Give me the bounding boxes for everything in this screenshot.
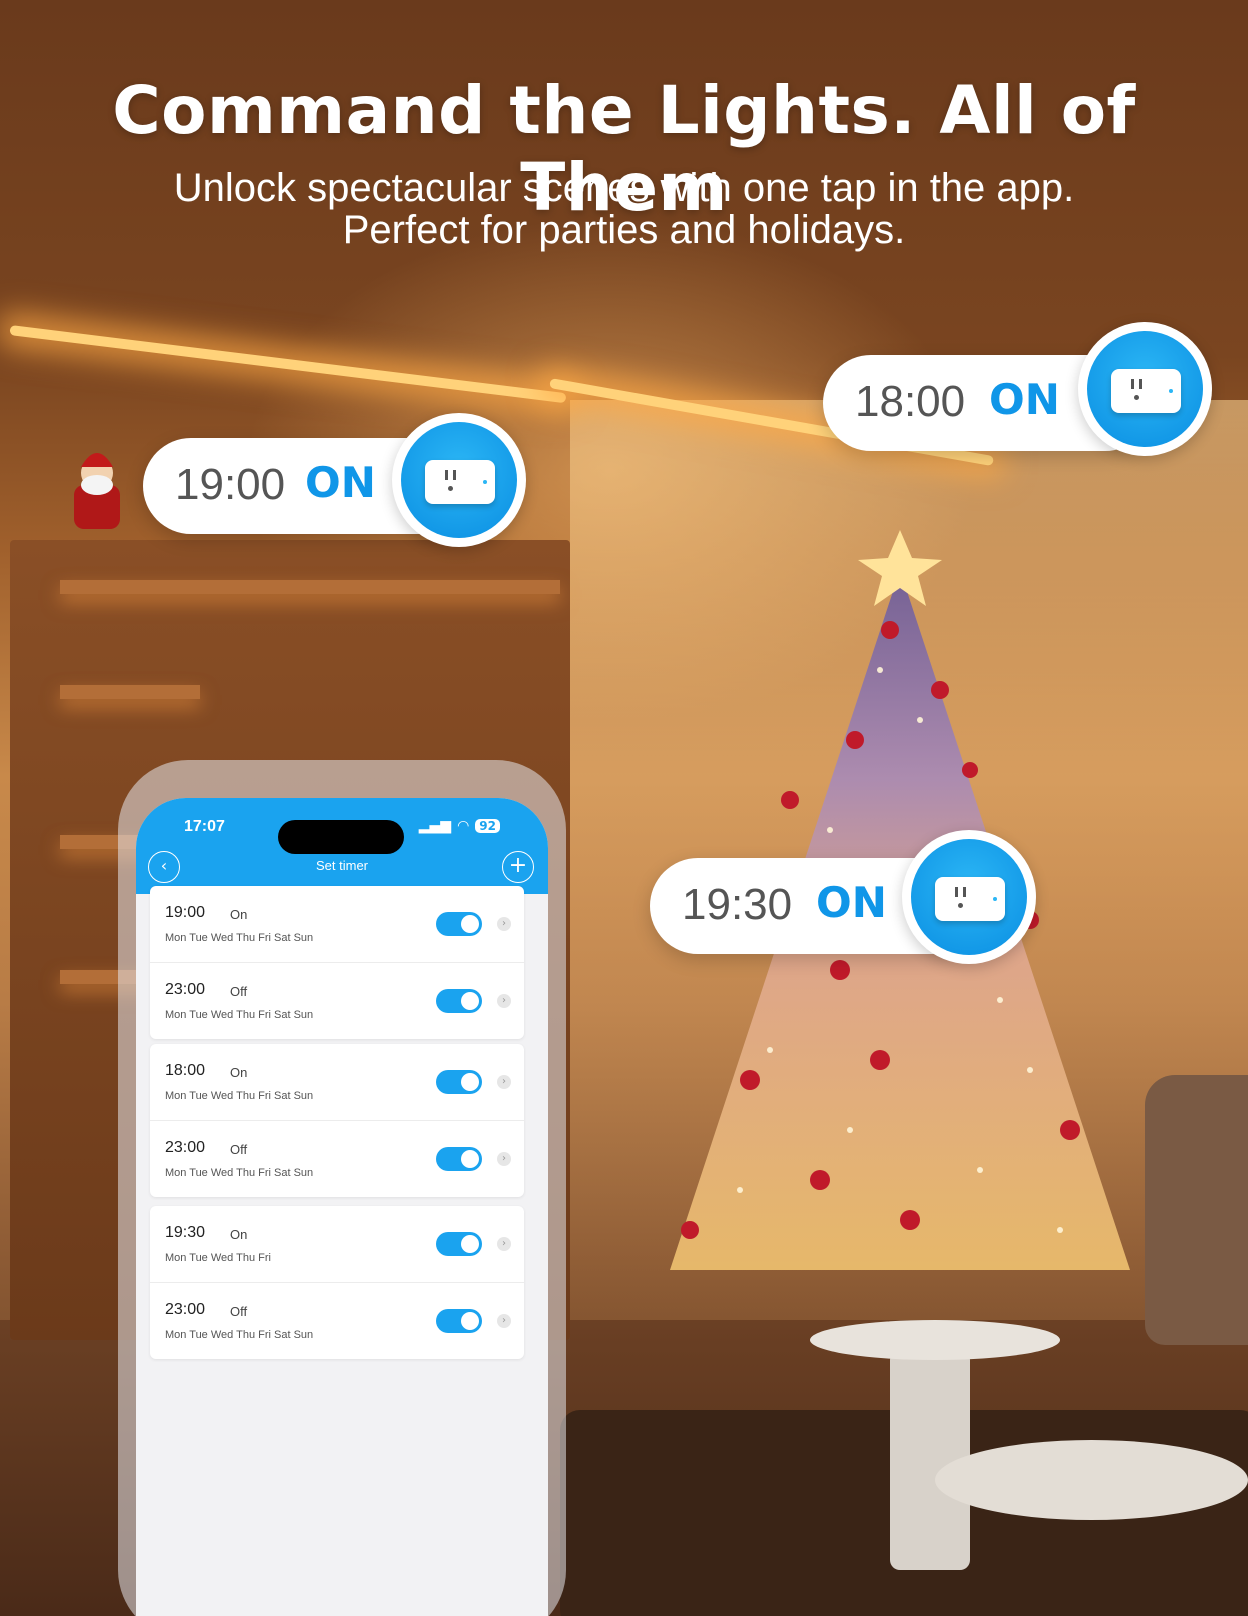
timer-repeat-days: Mon Tue Wed Thu Fri Sat Sun	[165, 1009, 314, 1021]
timer-time: 18:00	[165, 1062, 206, 1079]
timer-toggle[interactable]	[436, 1070, 482, 1094]
callout-time: 19:30	[682, 880, 793, 929]
timer-action: Off	[230, 984, 248, 999]
sofa	[1145, 1075, 1248, 1345]
timer-toggle[interactable]	[436, 1232, 482, 1256]
timer-repeat-days: Mon Tue Wed Thu Fri Sat Sun	[165, 1329, 314, 1341]
smart-plug-icon	[1078, 322, 1212, 456]
timer-repeat-days: Mon Tue Wed Thu Fri Sat Sun	[165, 1090, 314, 1102]
timer-row[interactable]: 23:00 Off Mon Tue Wed Thu Fri Sat Sun ›	[150, 963, 524, 1039]
timer-row[interactable]: 19:00 On Mon Tue Wed Thu Fri Sat Sun ›	[150, 886, 524, 963]
timer-toggle[interactable]	[436, 1309, 482, 1333]
timer-row[interactable]: 19:30 On Mon Tue Wed Thu Fri ›	[150, 1206, 524, 1283]
timer-repeat-days: Mon Tue Wed Thu Fri	[165, 1252, 271, 1264]
status-time: 17:07	[184, 818, 225, 835]
callout-state: ON	[305, 458, 376, 507]
timer-row[interactable]: 23:00 Off Mon Tue Wed Thu Fri Sat Sun ›	[150, 1283, 524, 1359]
timer-action: On	[230, 1065, 248, 1080]
chevron-right-icon[interactable]: ›	[497, 1237, 511, 1251]
timer-action: Off	[230, 1142, 248, 1157]
headline-subtitle: Unlock spectacular scenes with one tap i…	[173, 166, 1075, 210]
status-icons: ▂▄▆ ◠ 92	[419, 818, 500, 834]
coffee-table	[935, 1440, 1248, 1520]
chevron-right-icon[interactable]: ›	[497, 1314, 511, 1328]
smart-plug-icon	[392, 413, 526, 547]
add-timer-button[interactable]: +	[502, 851, 534, 883]
app-title: Set timer	[315, 858, 368, 873]
signal-icon: ▂▄▆	[418, 818, 452, 834]
timer-action: On	[230, 907, 248, 922]
callout-state: ON	[816, 878, 887, 927]
timer-repeat-days: Mon Tue Wed Thu Fri Sat Sun	[165, 932, 314, 944]
chevron-right-icon[interactable]: ›	[497, 917, 511, 931]
wifi-icon: ◠	[457, 818, 470, 834]
timer-toggle[interactable]	[436, 1147, 482, 1171]
santa-figurine	[74, 453, 120, 529]
timer-row[interactable]: 23:00 Off Mon Tue Wed Thu Fri Sat Sun ›	[150, 1121, 524, 1197]
callout-time: 19:00	[175, 460, 286, 509]
plus-icon: +	[508, 853, 528, 878]
timer-time: 19:30	[165, 1224, 206, 1241]
chevron-right-icon[interactable]: ›	[497, 1075, 511, 1089]
side-table-top	[810, 1320, 1060, 1360]
timer-card: 18:00 On Mon Tue Wed Thu Fri Sat Sun › 23:00…	[150, 1044, 524, 1197]
dynamic-island	[278, 820, 404, 854]
callout-state: ON	[989, 375, 1060, 424]
battery-badge: 92	[475, 819, 500, 833]
timer-toggle[interactable]	[436, 912, 482, 936]
timer-toggle[interactable]	[436, 989, 482, 1013]
timer-time: 23:00	[165, 1139, 206, 1156]
app-header: 17:07 ▂▄▆ ◠ 92 ‹ Set timer +	[136, 798, 548, 894]
led-strip-glow	[9, 325, 567, 404]
timer-card: 19:30 On Mon Tue Wed Thu Fri › 23:00 Off Mon T…	[150, 1206, 524, 1359]
timer-card: 19:00 On Mon Tue Wed Thu Fri Sat Sun › 23:00…	[150, 886, 524, 1039]
chevron-right-icon[interactable]: ›	[497, 1152, 511, 1166]
callout-time: 18:00	[855, 377, 966, 426]
timer-time: 23:00	[165, 981, 206, 998]
timer-action: Off	[230, 1304, 248, 1319]
chevron-right-icon[interactable]: ›	[497, 994, 511, 1008]
timer-row[interactable]: 18:00 On Mon Tue Wed Thu Fri Sat Sun ›	[150, 1044, 524, 1121]
timer-repeat-days: Mon Tue Wed Thu Fri Sat Sun	[165, 1167, 314, 1179]
timer-time: 19:00	[165, 904, 206, 921]
timer-time: 23:00	[165, 1301, 206, 1318]
hero-scene: Command the Lights. All of Them Unlock s…	[0, 0, 1248, 1616]
timer-action: On	[230, 1227, 248, 1242]
smart-plug-icon	[902, 830, 1036, 964]
phone-screen: 17:07 ▂▄▆ ◠ 92 ‹ Set timer + 19:00 On Mon …	[136, 798, 548, 1616]
headline-subtitle: Perfect for parties and holidays.	[342, 208, 906, 252]
